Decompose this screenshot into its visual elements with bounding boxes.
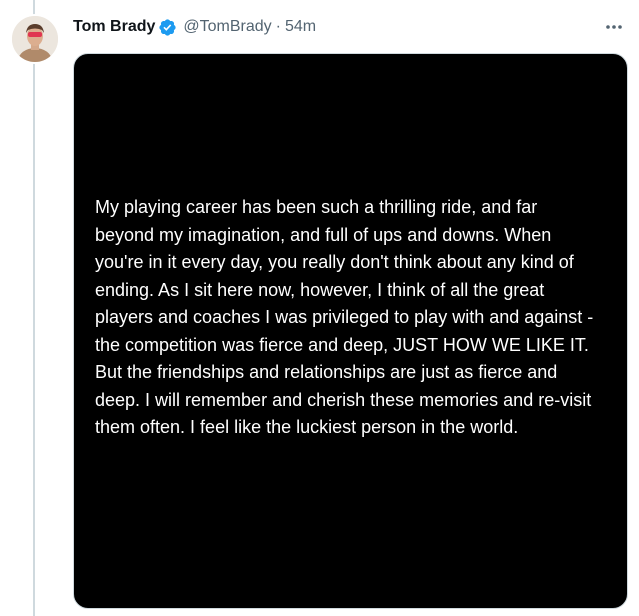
statement-line: But the friendships and relationships ar… bbox=[95, 362, 558, 382]
statement-line: ending. As I sit here now, however, I th… bbox=[95, 279, 545, 300]
statement-line: them often. I feel like the luckiest per… bbox=[95, 417, 519, 437]
tweet-image[interactable]: My playing career has been such a thrill… bbox=[73, 53, 628, 609]
author-name[interactable]: Tom Brady bbox=[73, 18, 155, 36]
statement-line: My playing career has been such a thrill… bbox=[95, 197, 538, 217]
statement-line: you're in it every day, you really don't… bbox=[95, 252, 574, 272]
timestamp[interactable]: 54m bbox=[285, 18, 316, 36]
statement-line: deep. I will remember and cherish these … bbox=[95, 389, 592, 410]
statement-line: players and coaches I was privileged to … bbox=[95, 307, 594, 327]
tweet-header: Tom Brady @TomBrady · 54m bbox=[73, 16, 316, 38]
tweet[interactable]: Tom Brady @TomBrady · 54m My playing car… bbox=[0, 0, 639, 616]
statement-text: My playing career has been such a thrill… bbox=[95, 194, 620, 442]
separator-dot: · bbox=[275, 18, 281, 35]
statement-line: the competition was fierce and deep, JUS… bbox=[95, 334, 589, 355]
statement-line: beyond my imagination, and full of ups a… bbox=[95, 224, 552, 245]
avatar[interactable] bbox=[10, 14, 60, 64]
verified-badge-icon bbox=[158, 18, 177, 37]
more-options-button[interactable] bbox=[600, 16, 628, 38]
thread-line bbox=[33, 0, 35, 616]
more-horizontal-icon bbox=[606, 25, 622, 29]
user-avatar-icon bbox=[12, 16, 58, 62]
author-handle[interactable]: @TomBrady bbox=[183, 18, 271, 36]
